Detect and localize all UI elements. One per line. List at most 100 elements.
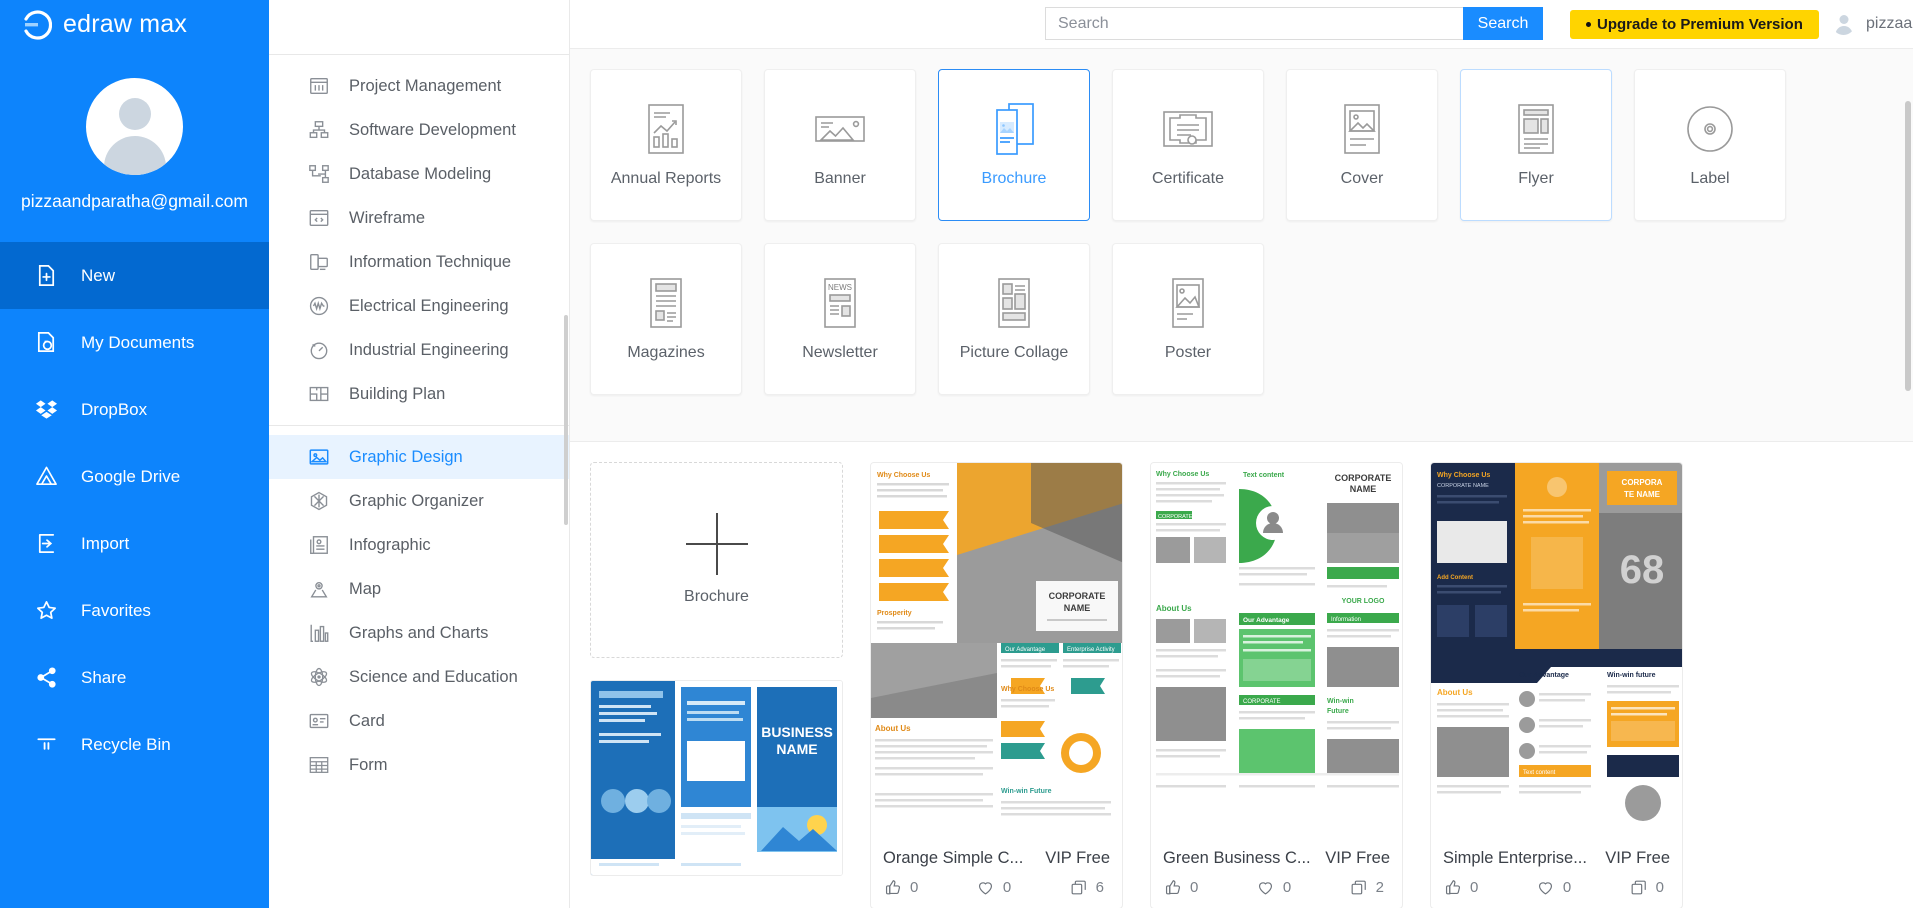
sidebar-item-favorites[interactable]: Favorites xyxy=(0,577,269,644)
atom-icon xyxy=(307,666,330,689)
type-card-magazines[interactable]: Magazines xyxy=(590,242,742,395)
sidebar-item-recycle-bin[interactable]: Recycle Bin xyxy=(0,711,269,778)
type-card-brochure[interactable]: Brochure xyxy=(938,68,1090,221)
browser-code-icon xyxy=(307,207,330,230)
heart-icon xyxy=(1258,882,1272,895)
template-card[interactable]: Why Choose Us Text content CORPORATE NAM… xyxy=(1150,461,1403,908)
category-card[interactable]: Card xyxy=(269,699,569,743)
type-card-certificate[interactable]: Certificate xyxy=(1112,68,1264,221)
copy-count: 2 xyxy=(1375,878,1384,896)
type-card-label-text: Label xyxy=(1690,170,1730,188)
category-project-management[interactable]: Project Management xyxy=(269,64,569,108)
sidebar-item-my-documents[interactable]: My Documents xyxy=(0,309,269,376)
template-stats: 0 0 xyxy=(1163,878,1390,897)
category-form[interactable]: Form xyxy=(269,743,569,787)
category-scrollbar[interactable] xyxy=(564,315,568,525)
category-graphic-design[interactable]: Graphic Design xyxy=(269,435,569,479)
image-frame-icon xyxy=(307,446,330,469)
profile-block: pizzaandparatha@gmail.com xyxy=(0,49,269,234)
category-information-technique[interactable]: Information Technique xyxy=(269,240,569,284)
user-account-menu[interactable]: pizzaan... xyxy=(1832,12,1913,35)
search-input[interactable] xyxy=(1045,7,1463,40)
category-software-development[interactable]: Software Development xyxy=(269,108,569,152)
type-card-banner[interactable]: Banner xyxy=(764,68,916,221)
type-card-label: Poster xyxy=(1164,344,1212,362)
type-card-poster[interactable]: Poster xyxy=(1112,242,1264,395)
poster-icon xyxy=(1168,275,1208,330)
svg-text:Why Choose Us: Why Choose Us xyxy=(877,472,930,479)
type-card-flyer[interactable]: Flyer xyxy=(1460,68,1612,221)
type-card-label[interactable]: Label xyxy=(1634,68,1786,221)
category-wireframe[interactable]: Wireframe xyxy=(269,196,569,240)
id-card-icon xyxy=(307,710,330,733)
svg-text:CORPORATE: CORPORATE xyxy=(1049,591,1106,601)
new-document-label: Brochure xyxy=(684,588,749,606)
category-map[interactable]: Map xyxy=(269,567,569,611)
svg-text:Add Content: Add Content xyxy=(1437,575,1473,581)
category-science-and-education[interactable]: Science and Education xyxy=(269,655,569,699)
type-card-annual-reports[interactable]: Annual Reports xyxy=(590,68,742,221)
sidebar-item-dropbox[interactable]: DropBox xyxy=(0,376,269,443)
upgrade-premium-button[interactable]: Upgrade to Premium Version xyxy=(1570,10,1819,39)
template-thumbnail: Why Choose Us CORPORATE NAME Add Content xyxy=(1431,462,1682,840)
brand-name: edraw max xyxy=(63,10,188,38)
like-stat[interactable]: 0 xyxy=(1443,878,1478,897)
copy-stat[interactable]: 2 xyxy=(1349,878,1384,897)
search-button[interactable]: Search xyxy=(1463,7,1543,40)
category-database-modeling[interactable]: Database Modeling xyxy=(269,152,569,196)
category-industrial-engineering[interactable]: Industrial Engineering xyxy=(269,328,569,372)
svg-text:NAME: NAME xyxy=(776,741,817,757)
content-scroll-area: Annual Reports Banner Brochure Certifica… xyxy=(570,48,1913,908)
magazine-icon xyxy=(646,275,686,330)
category-graphic-organizer[interactable]: Graphic Organizer xyxy=(269,479,569,523)
svg-text:Win-win: Win-win xyxy=(1327,698,1354,705)
template-title-row: Green Business C... VIP Free xyxy=(1163,849,1390,868)
svg-text:About Us: About Us xyxy=(1437,688,1473,697)
category-label: Form xyxy=(349,755,388,774)
template-card[interactable]: Why Choose Us CORPORATE NAME Add Content xyxy=(1430,461,1683,908)
favorite-stat[interactable]: 0 xyxy=(1536,878,1571,897)
category-label: Graphs and Charts xyxy=(349,623,489,642)
profile-email: pizzaandparatha@gmail.com xyxy=(21,191,248,211)
svg-text:About Us: About Us xyxy=(1156,604,1192,613)
svg-text:NEWS: NEWS xyxy=(828,283,852,292)
like-stat[interactable]: 0 xyxy=(883,878,918,897)
template-meta: Simple Enterprise... VIP Free 0 0 0 xyxy=(1431,840,1682,908)
category-electrical-engineering[interactable]: Electrical Engineering xyxy=(269,284,569,328)
favorite-count: 0 xyxy=(1002,878,1012,896)
thumbs-up-icon xyxy=(1165,880,1180,895)
sidebar-item-new[interactable]: New xyxy=(0,242,269,309)
category-label: Industrial Engineering xyxy=(349,340,509,359)
category-infographic[interactable]: Infographic xyxy=(269,523,569,567)
brand-logo-area[interactable]: edraw max xyxy=(0,0,269,49)
favorite-stat[interactable]: 0 xyxy=(976,878,1011,897)
sidebar-item-import[interactable]: Import xyxy=(0,510,269,577)
favorite-stat[interactable]: 0 xyxy=(1256,878,1291,897)
new-blank-document-card[interactable]: Brochure xyxy=(590,461,843,658)
type-card-newsletter[interactable]: NEWS Newsletter xyxy=(764,242,916,395)
category-graphs-and-charts[interactable]: Graphs and Charts xyxy=(269,611,569,655)
copy-stat[interactable]: 0 xyxy=(1629,878,1664,897)
svg-text:CORPORATE: CORPORATE xyxy=(1158,514,1193,520)
main-scrollbar[interactable] xyxy=(1905,100,1911,391)
category-label: Graphic Design xyxy=(349,447,463,466)
type-card-picture-collage[interactable]: Picture Collage xyxy=(938,242,1090,395)
type-card-cover[interactable]: Cover xyxy=(1286,68,1438,221)
sidebar-item-label: Import xyxy=(81,533,130,553)
svg-text:Our Advantage: Our Advantage xyxy=(1005,647,1046,653)
devices-icon xyxy=(307,251,330,274)
type-card-label: Flyer xyxy=(1518,170,1554,188)
user-avatar-icon[interactable] xyxy=(86,78,183,175)
like-stat[interactable]: 0 xyxy=(1163,878,1198,897)
svg-text:BUSINESS: BUSINESS xyxy=(761,724,833,740)
template-card[interactable]: Why Choose Us Prosperity CORPORATE NAME … xyxy=(870,461,1123,908)
category-label: Infographic xyxy=(349,535,431,554)
copy-stat[interactable]: 6 xyxy=(1069,878,1104,897)
template-vip-badge: VIP Free xyxy=(1605,848,1670,867)
sidebar-item-share[interactable]: Share xyxy=(0,644,269,711)
category-building-plan[interactable]: Building Plan xyxy=(269,372,569,416)
sidebar-item-google-drive[interactable]: Google Drive xyxy=(0,443,269,510)
thumbs-up-icon xyxy=(885,880,900,895)
svg-text:CORPORATE NAME: CORPORATE NAME xyxy=(1437,483,1489,489)
blue-brochure-thumbnail[interactable]: BUSINESS NAME xyxy=(590,679,843,876)
